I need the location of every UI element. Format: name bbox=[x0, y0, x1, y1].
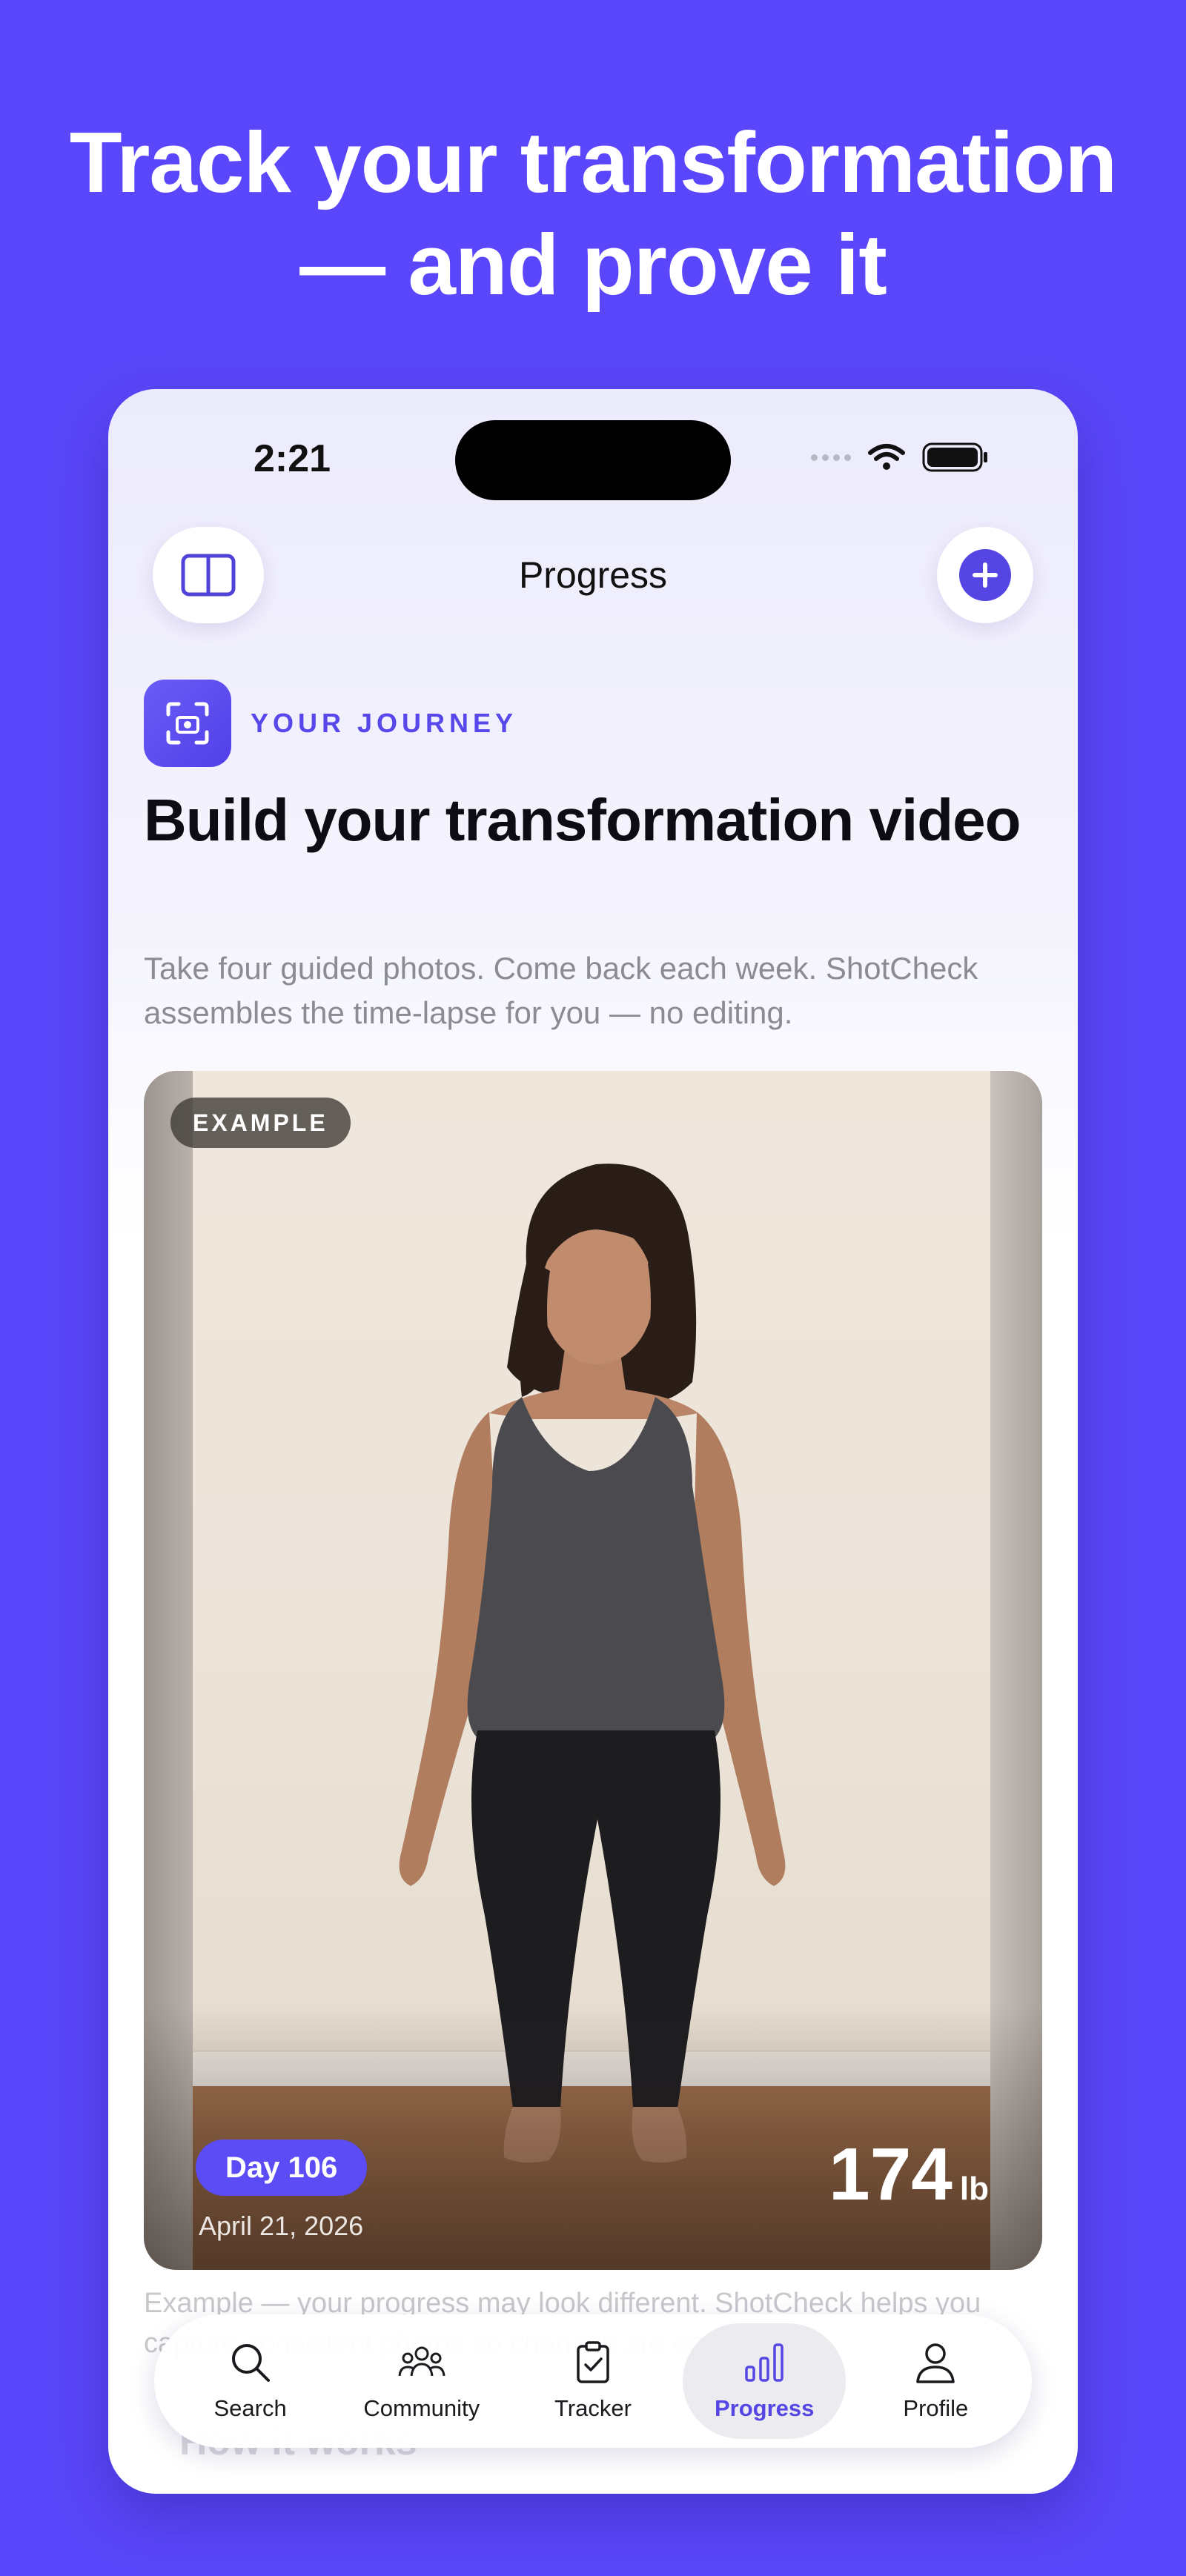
day-pill: Day 106 bbox=[196, 2140, 368, 2196]
journey-badge bbox=[144, 680, 231, 767]
weight-unit: lb bbox=[959, 2171, 989, 2207]
hero-title: Build your transformation video bbox=[144, 787, 1021, 853]
tab-search[interactable]: Search bbox=[169, 2323, 332, 2439]
weight-readout: 174 lb bbox=[829, 2132, 989, 2217]
tab-label: Tracker bbox=[554, 2395, 632, 2421]
tab-profile[interactable]: Profile bbox=[854, 2323, 1017, 2439]
headline-line-2: — and prove it bbox=[299, 216, 887, 313]
search-icon bbox=[231, 2344, 270, 2382]
chart-icon bbox=[745, 2343, 784, 2382]
add-button[interactable] bbox=[937, 527, 1033, 623]
tab-label: Progress bbox=[714, 2395, 815, 2421]
phone-frame: 2:21 Progress YOUR JOURNEY Build your tr… bbox=[108, 389, 1078, 2494]
battery-icon bbox=[922, 442, 987, 472]
tab-label: Search bbox=[213, 2395, 287, 2421]
weight-value: 174 bbox=[829, 2133, 953, 2216]
tab-label: Profile bbox=[903, 2395, 969, 2421]
page-headline: Track your transformation — and prove it bbox=[0, 111, 1186, 316]
camera-frame-icon bbox=[166, 702, 209, 745]
plus-icon bbox=[959, 549, 1011, 601]
tab-tracker[interactable]: Tracker bbox=[511, 2323, 675, 2439]
tab-progress[interactable]: Progress bbox=[683, 2323, 847, 2439]
profile-icon bbox=[916, 2343, 955, 2383]
community-icon bbox=[398, 2346, 445, 2377]
section-eyebrow: YOUR JOURNEY bbox=[251, 708, 518, 738]
status-indicators bbox=[811, 441, 989, 474]
cellular-dots-icon bbox=[811, 454, 851, 461]
clipboard-icon bbox=[577, 2341, 609, 2383]
photo-date: April 21, 2026 bbox=[199, 2211, 364, 2241]
status-time: 2:21 bbox=[254, 437, 331, 480]
example-photo-card[interactable]: EXAMPLE Day 106 April 21, 2026 174 lb bbox=[144, 1071, 1042, 2270]
headline-line-1: Track your transformation bbox=[69, 114, 1117, 210]
dynamic-island bbox=[455, 420, 731, 500]
tab-label: Community bbox=[363, 2395, 480, 2421]
page-title: Progress bbox=[518, 554, 668, 596]
tab-bar: Search Community Tracker Progress Profil… bbox=[154, 2314, 1032, 2448]
wifi-icon bbox=[868, 444, 905, 470]
example-badge: EXAMPLE bbox=[170, 1098, 351, 1148]
tab-community[interactable]: Community bbox=[340, 2323, 503, 2439]
hero-subtitle: Take four guided photos. Come back each … bbox=[144, 951, 978, 1030]
